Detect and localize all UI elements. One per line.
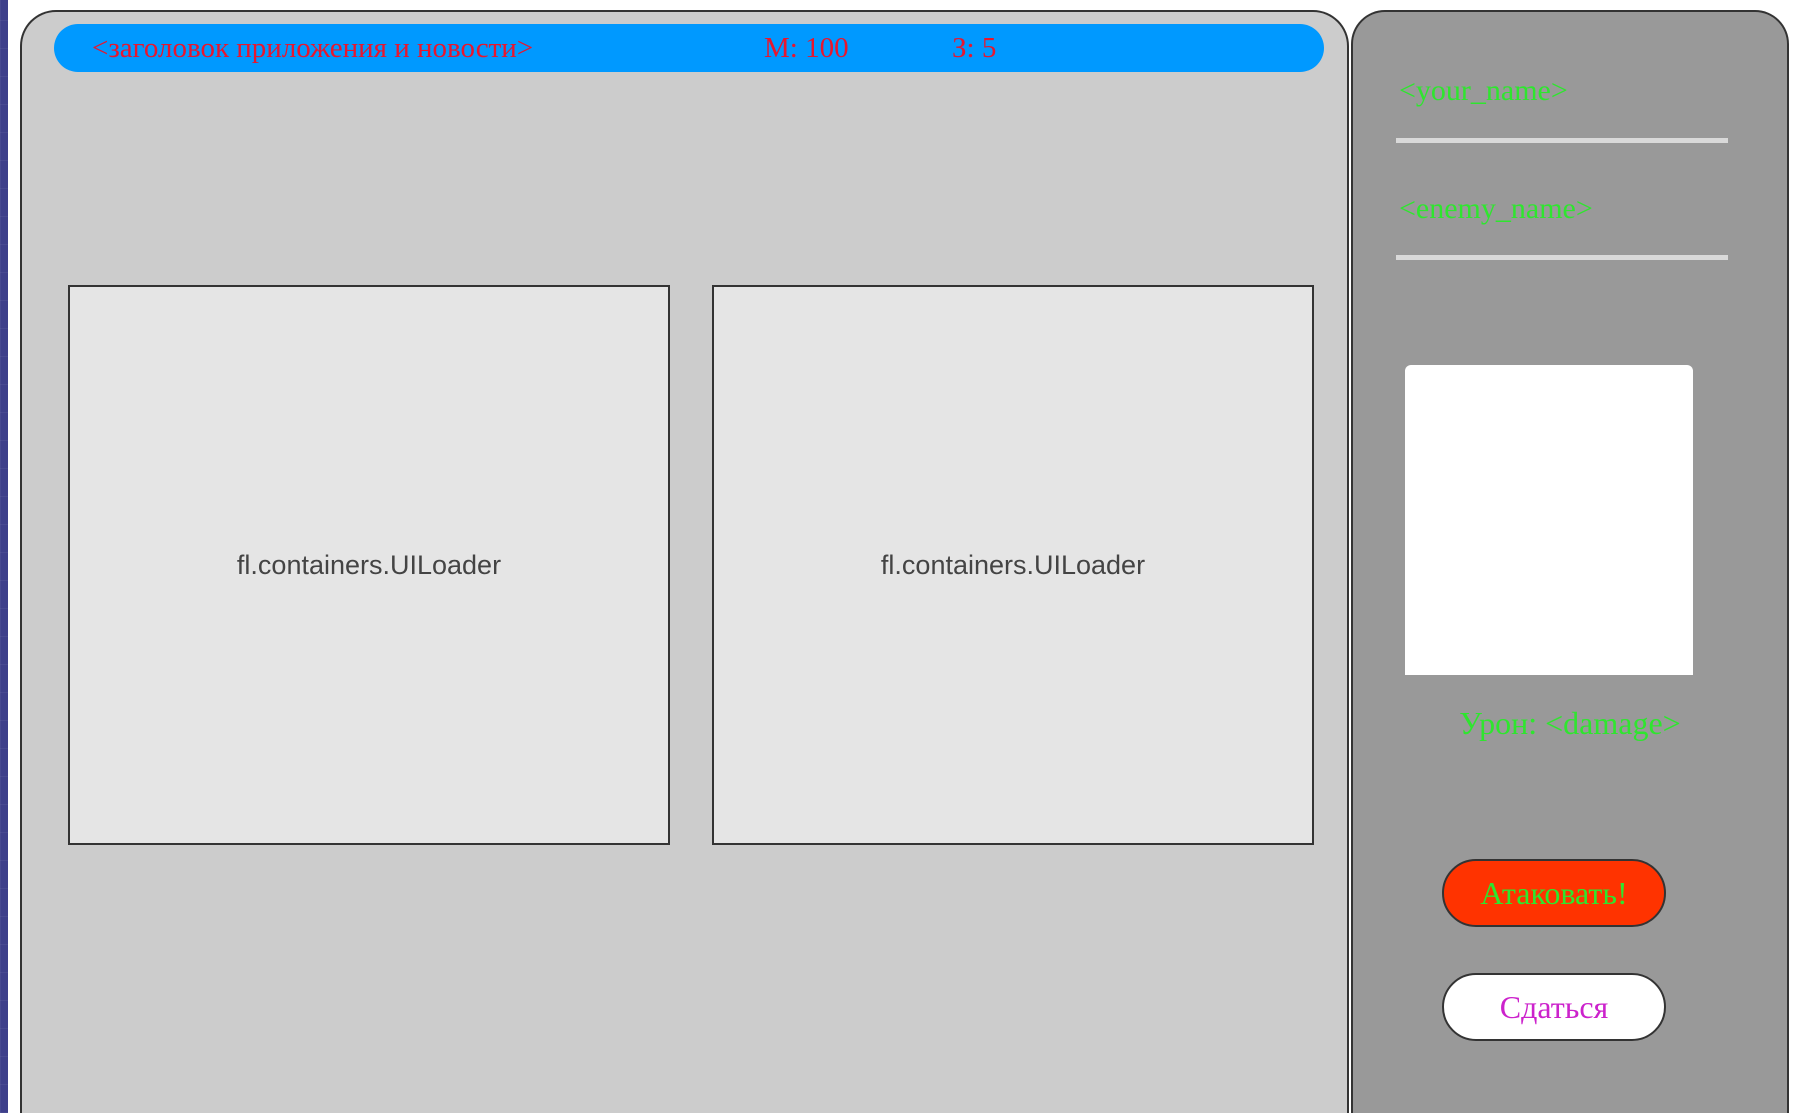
damage-label: Урон: <damage>	[1459, 705, 1681, 741]
divider	[1396, 255, 1728, 260]
surrender-button[interactable]: Сдаться	[1442, 973, 1666, 1041]
divider	[1396, 138, 1728, 143]
z-counter: З: 5	[952, 32, 997, 64]
your-name-label: <your_name>	[1399, 74, 1568, 107]
money-counter: М: 100	[764, 32, 849, 64]
ui-loader-label: fl.containers.UILoader	[880, 549, 1146, 580]
app-title-news: <заголовок приложения и новости>	[92, 32, 534, 64]
main-panel: <заголовок приложения и новости> М: 100 …	[20, 10, 1349, 1113]
ui-loader-label: fl.containers.UILoader	[236, 549, 502, 580]
attack-button[interactable]: Атаковать!	[1442, 859, 1666, 927]
header-bar: <заголовок приложения и новости> М: 100 …	[54, 24, 1324, 72]
ui-loader-left: fl.containers.UILoader	[68, 285, 670, 845]
enemy-name-label: <enemy_name>	[1399, 192, 1593, 225]
image-placeholder	[1405, 365, 1693, 675]
ui-loader-right: fl.containers.UILoader	[712, 285, 1314, 845]
side-panel: <your_name> <enemy_name> Урон: <damage> …	[1351, 10, 1789, 1113]
canvas: <заголовок приложения и новости> М: 100 …	[8, 0, 1799, 1113]
